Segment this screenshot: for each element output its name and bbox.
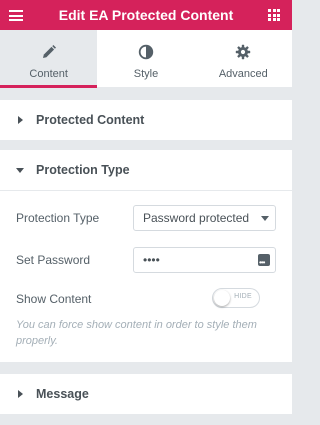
section-header[interactable]: Protection Type bbox=[0, 150, 292, 190]
chevron-down-icon bbox=[261, 216, 269, 221]
tab-style[interactable]: Style bbox=[97, 30, 194, 87]
set-password-label: Set Password bbox=[16, 253, 91, 267]
section-message[interactable]: Message bbox=[0, 374, 292, 414]
toggle-knob bbox=[214, 290, 230, 306]
password-input[interactable]: •••• bbox=[133, 247, 276, 275]
dynamic-tags-icon[interactable] bbox=[258, 251, 270, 275]
panel-header: Edit EA Protected Content bbox=[0, 0, 292, 30]
divider bbox=[0, 190, 292, 191]
section-header[interactable]: Message bbox=[0, 374, 292, 414]
section-header[interactable]: Protected Content bbox=[0, 100, 292, 140]
caret-right-icon bbox=[16, 374, 26, 414]
gear-icon bbox=[236, 44, 251, 60]
caret-down-icon bbox=[16, 150, 26, 190]
toggle-state-text: HIDE bbox=[234, 293, 252, 300]
password-value: •••• bbox=[143, 253, 160, 267]
help-text: You can force show content in order to s… bbox=[16, 319, 257, 347]
show-content-toggle[interactable]: HIDE bbox=[212, 288, 260, 308]
pencil-icon bbox=[42, 45, 56, 58]
section-protection-type: Protection Type Protection Type Password… bbox=[0, 150, 292, 362]
selected-value: Password protected bbox=[143, 211, 250, 225]
set-password-row: Set Password •••• bbox=[16, 247, 276, 275]
panel-title: Edit EA Protected Content bbox=[58, 7, 234, 23]
section-protected-content[interactable]: Protected Content bbox=[0, 100, 292, 140]
tab-content[interactable]: Content bbox=[0, 30, 98, 88]
show-content-label: Show Content bbox=[16, 292, 92, 306]
show-content-row: Show Content HIDE bbox=[16, 288, 276, 310]
tab-content-label: Content bbox=[29, 68, 68, 80]
protection-type-label: Protection Type bbox=[16, 211, 100, 225]
tab-style-label: Style bbox=[133, 68, 159, 80]
tab-advanced-label: Advanced bbox=[218, 68, 268, 80]
protection-type-row: Protection Type Password protected bbox=[16, 205, 276, 231]
panel-tabs: Content Style Advanced bbox=[0, 30, 292, 88]
spacer bbox=[0, 88, 292, 100]
section-title: Message bbox=[36, 387, 89, 401]
section-title: Protection Type bbox=[36, 163, 130, 177]
protection-type-select[interactable]: Password protected bbox=[133, 205, 276, 231]
tab-advanced[interactable]: Advanced bbox=[195, 30, 292, 87]
section-title: Protected Content bbox=[36, 113, 145, 127]
apps-grid-icon[interactable] bbox=[268, 9, 280, 21]
half-circle-icon bbox=[138, 44, 154, 60]
caret-right-icon bbox=[16, 100, 26, 140]
